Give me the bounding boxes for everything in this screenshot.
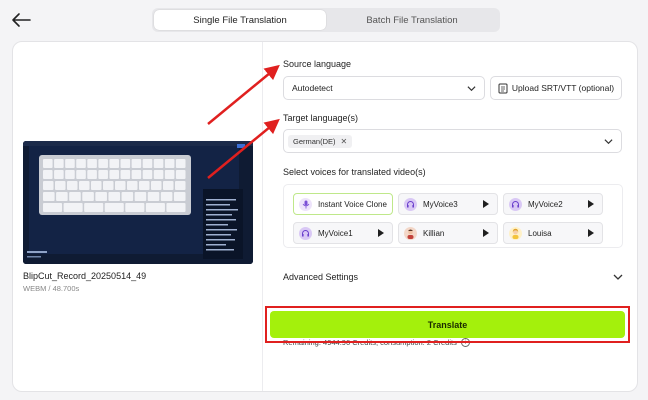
voice-name: Killian [423,228,445,238]
video-preview-pane: BlipCut_Record_20250514_49 WEBM / 48.700… [13,42,263,391]
keyboard-screenshot-image [23,141,253,264]
play-icon[interactable] [378,229,384,237]
play-icon[interactable] [588,229,594,237]
document-icon [498,83,508,93]
upload-subtitle-button[interactable]: Upload SRT/VTT (optional) [490,76,622,100]
headphones-avatar-icon [509,197,522,211]
language-tag: German(DE) ✕ [288,134,353,148]
chevron-down-icon [613,274,623,280]
voice-option-myvoice3[interactable]: MyVoice3 [398,193,498,215]
voices-label: Select voices for translated video(s) [283,167,426,177]
translate-button[interactable]: Translate [270,311,625,338]
headphones-avatar-icon [299,226,312,240]
voice-name: MyVoice3 [423,199,458,209]
headphones-avatar-icon [404,197,417,211]
upload-subtitle-label: Upload SRT/VTT (optional) [511,83,615,93]
play-icon[interactable] [483,229,489,237]
video-file-meta: WEBM / 48.700s [23,284,80,293]
voice-option-myvoice1[interactable]: MyVoice1 [293,222,393,244]
source-language-select[interactable]: Autodetect [283,76,485,100]
target-language-select[interactable]: German(DE) ✕ [283,129,622,153]
chevron-down-icon [604,139,613,145]
video-thumbnail[interactable] [23,141,253,264]
voice-option-louisa[interactable]: Louisa [503,222,603,244]
voice-option-killian[interactable]: Killian [398,222,498,244]
back-arrow-icon[interactable] [10,10,32,30]
video-file-name: BlipCut_Record_20250514_49 [23,271,147,281]
voice-option-instant-clone[interactable]: Instant Voice Clone [293,193,393,215]
mode-tabs: Single File Translation Batch File Trans… [152,8,500,32]
voice-name: MyVoice2 [528,199,563,209]
close-icon[interactable]: ✕ [341,137,348,146]
voice-name: Louisa [528,228,552,238]
person-avatar-icon [509,226,522,240]
microphone-icon [299,197,312,211]
voice-option-myvoice2[interactable]: MyVoice2 [503,193,603,215]
source-language-label: Source language [283,59,352,69]
advanced-settings-label: Advanced Settings [283,272,359,282]
play-icon[interactable] [588,200,594,208]
play-icon[interactable] [483,200,489,208]
chevron-down-icon [467,86,476,92]
language-tag-label: German(DE) [293,136,336,146]
voice-name: Instant Voice Clone [318,199,387,209]
tab-single-file[interactable]: Single File Translation [154,10,326,30]
voices-grid: Instant Voice Clone MyVoice3 MyVoice2 My… [283,184,623,248]
translate-highlight-box: Translate [265,306,630,343]
advanced-settings-toggle[interactable]: Advanced Settings [283,268,623,286]
source-language-value: Autodetect [292,83,333,93]
tab-batch-file[interactable]: Batch File Translation [326,10,498,30]
person-avatar-icon [404,226,417,240]
target-language-label: Target language(s) [283,113,359,123]
voice-name: MyVoice1 [318,228,353,238]
